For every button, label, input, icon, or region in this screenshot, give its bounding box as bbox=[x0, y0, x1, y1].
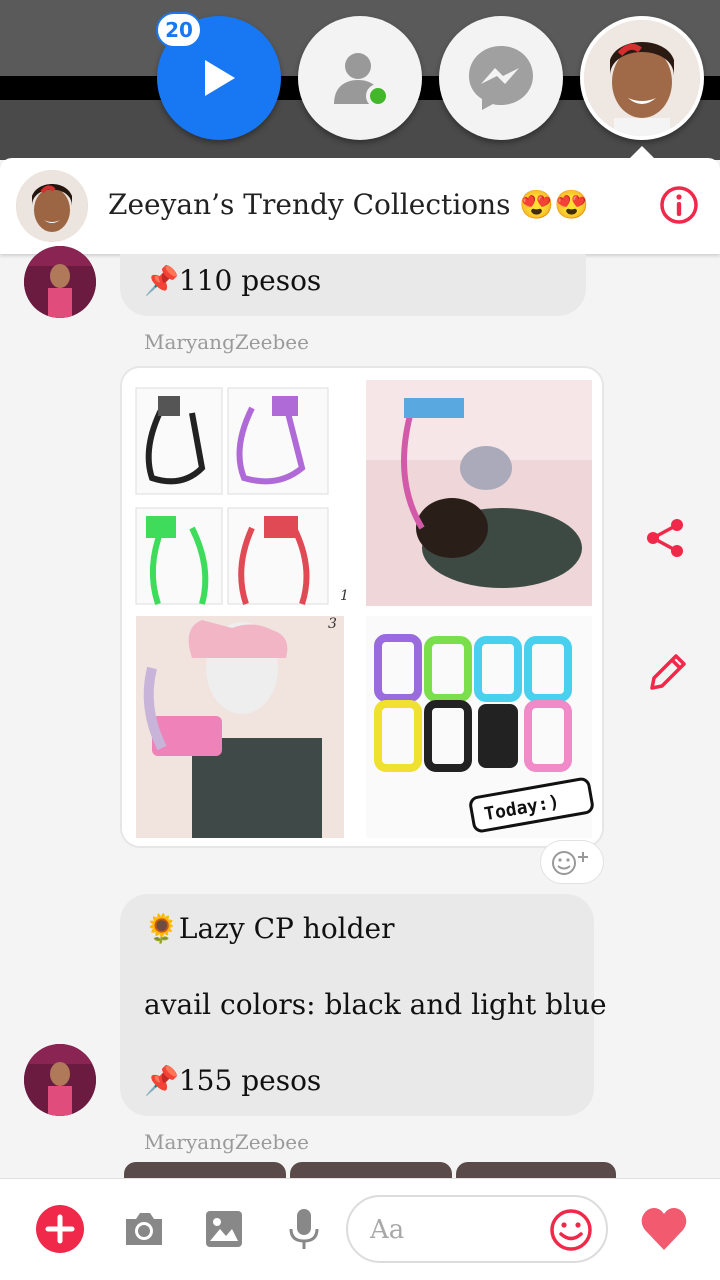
unread-badge: 20 bbox=[156, 12, 202, 48]
sender-avatar-photo bbox=[24, 246, 96, 318]
camera-icon bbox=[126, 1213, 162, 1245]
conversation-avatar[interactable] bbox=[16, 170, 88, 242]
sender-avatar[interactable] bbox=[24, 1044, 96, 1116]
info-icon[interactable] bbox=[658, 184, 700, 226]
message-colors: avail colors: black and light blue bbox=[144, 988, 607, 1021]
camera-button[interactable] bbox=[118, 1203, 170, 1255]
product-photo[interactable]: 1 2 3 4 Today:) bbox=[120, 366, 604, 848]
chat-heads-bar: 20 bbox=[0, 0, 720, 160]
product-collage: 1 2 3 4 Today:) bbox=[122, 368, 602, 846]
voice-button[interactable] bbox=[278, 1203, 330, 1255]
add-reaction-icon bbox=[552, 851, 588, 875]
plus-icon bbox=[36, 1205, 84, 1253]
profile-chat-head[interactable] bbox=[580, 16, 704, 140]
like-button[interactable] bbox=[638, 1203, 690, 1255]
emoji-icon[interactable] bbox=[548, 1207, 594, 1253]
messenger-head[interactable] bbox=[439, 16, 563, 140]
share-icon[interactable] bbox=[644, 516, 688, 560]
conversation-header: Zeeyan’s Trendy Collections 😍😍 bbox=[0, 158, 720, 254]
sender-avatar[interactable] bbox=[24, 246, 96, 318]
image-icon bbox=[206, 1211, 242, 1247]
message-bubble[interactable]: 🌻Lazy CP holder avail colors: black and … bbox=[120, 894, 607, 1116]
play-icon bbox=[205, 60, 235, 96]
panel-label-3: 3 bbox=[328, 616, 337, 632]
sender-avatar-photo bbox=[24, 1044, 96, 1116]
more-actions-button[interactable] bbox=[34, 1203, 86, 1255]
sender-name: MaryangZeebee bbox=[144, 1130, 309, 1154]
active-contacts-head[interactable] bbox=[298, 16, 422, 140]
message-price: 📌155 pesos bbox=[144, 1064, 322, 1097]
composer-bar: Aa bbox=[0, 1178, 720, 1280]
message-item-name: 🌻Lazy CP holder bbox=[144, 912, 395, 945]
message-bubble[interactable]: 📌110 pesos bbox=[120, 254, 586, 316]
messenger-icon bbox=[469, 46, 533, 110]
gallery-button[interactable] bbox=[198, 1203, 250, 1255]
person-online-icon bbox=[334, 53, 390, 108]
heart-icon bbox=[641, 1208, 687, 1250]
message-price: 📌110 pesos bbox=[144, 264, 322, 297]
conversation-title[interactable]: Zeeyan’s Trendy Collections 😍😍 bbox=[108, 188, 589, 221]
message-input[interactable]: Aa bbox=[346, 1195, 608, 1263]
profile-photo bbox=[584, 20, 700, 136]
add-reaction-button[interactable] bbox=[540, 840, 604, 884]
conversation-avatar-photo bbox=[16, 170, 88, 242]
edit-icon[interactable] bbox=[644, 648, 688, 692]
panel-label-1: 1 bbox=[340, 588, 349, 604]
sender-name: MaryangZeebee bbox=[144, 330, 309, 354]
microphone-icon bbox=[289, 1209, 319, 1249]
message-input-placeholder: Aa bbox=[370, 1215, 405, 1245]
